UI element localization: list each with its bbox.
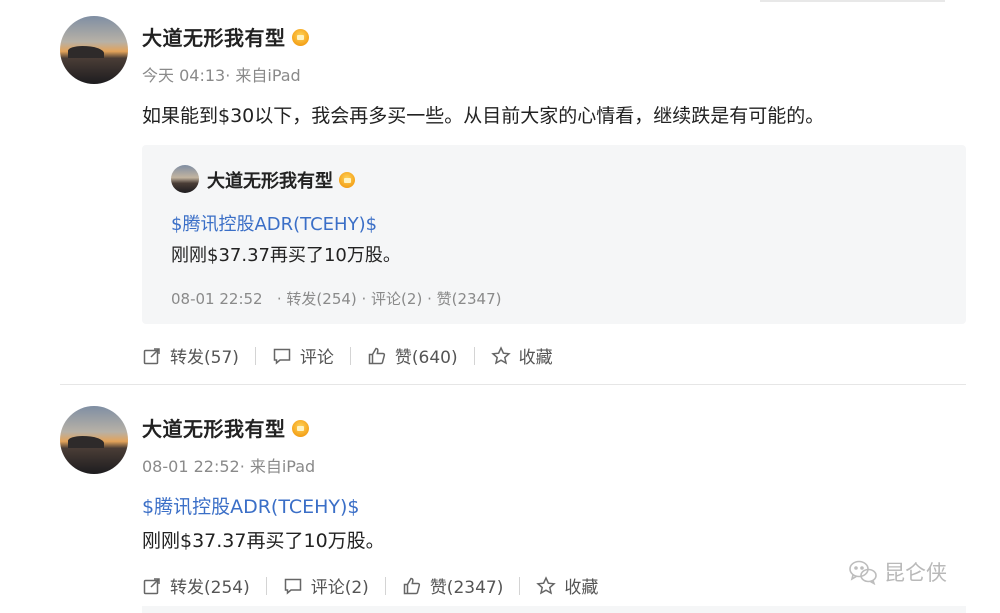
repost-label: 转发(57) <box>170 348 239 368</box>
separator <box>265 576 267 595</box>
author-name[interactable]: 大道无形我有型 <box>142 413 309 442</box>
verified-badge-icon <box>291 29 309 46</box>
separator <box>384 576 386 595</box>
separator <box>254 346 256 365</box>
verified-badge-icon <box>339 172 355 188</box>
post-divider <box>60 384 966 385</box>
avatar[interactable] <box>60 406 128 474</box>
avatar[interactable] <box>171 165 199 193</box>
action-bar: 转发(254) 评论(2) 赞(2347) 收藏 <box>142 573 598 598</box>
share-icon <box>143 347 160 364</box>
avatar[interactable] <box>60 16 128 84</box>
comment-icon <box>273 348 291 365</box>
share-icon <box>143 577 160 594</box>
quoted-post-text: 刚刚$37.37再买了10万股。 <box>171 245 401 266</box>
stock-topic-link[interactable]: $腾讯控股ADR(TCEHY)$ <box>171 210 377 236</box>
like-button[interactable]: 赞(640) <box>367 343 458 368</box>
like-label: 赞(2347) <box>429 578 504 598</box>
star-icon <box>490 345 511 364</box>
comment-button[interactable]: 评论 <box>272 343 334 368</box>
favorite-button[interactable]: 收藏 <box>490 343 553 368</box>
separator <box>473 346 475 365</box>
separator <box>349 346 351 365</box>
star-icon <box>536 575 557 594</box>
post-meta: 今天 04:13· 来自iPad <box>142 66 301 85</box>
like-label: 赞(640) <box>394 348 458 368</box>
favorite-label: 收藏 <box>518 348 553 368</box>
quoted-post[interactable]: 大道无形我有型 $腾讯控股ADR(TCEHY)$ 刚刚$37.37再买了10万股… <box>142 145 966 324</box>
post-text: 如果能到$30以下，我会再多买一些。从目前大家的心情看，继续跌是有可能的。 <box>142 105 825 127</box>
wechat-icon <box>849 560 877 585</box>
author-name[interactable]: 大道无形我有型 <box>142 22 309 51</box>
quoted-author-name[interactable]: 大道无形我有型 <box>207 167 355 193</box>
separator <box>519 576 521 595</box>
post-card: 大道无形我有型 今天 04:13· 来自iPad 如果能到$30以下，我会再多买… <box>0 0 1000 385</box>
action-bar: 转发(57) 评论 赞(640) 收藏 <box>142 343 553 368</box>
next-quote-preview <box>142 606 966 613</box>
comment-button[interactable]: 评论(2) <box>283 573 369 598</box>
post-meta: 08-01 22:52· 来自iPad <box>142 457 316 476</box>
comment-icon <box>284 578 301 595</box>
watermark-text: 昆仑侠 <box>884 561 947 585</box>
quoted-post-footer: 08-01 22:52 · 转发(254) · 评论(2) · 赞(2347) <box>171 290 502 308</box>
verified-badge-icon <box>291 420 309 437</box>
like-button[interactable]: 赞(2347) <box>402 573 504 598</box>
watermark: 昆仑侠 <box>848 557 947 587</box>
thumbs-up-icon <box>403 577 420 594</box>
repost-button[interactable]: 转发(254) <box>142 573 250 598</box>
repost-button[interactable]: 转发(57) <box>142 343 239 368</box>
favorite-button[interactable]: 收藏 <box>536 573 598 598</box>
stock-topic-link[interactable]: $腾讯控股ADR(TCEHY)$ <box>142 492 360 519</box>
thumbs-up-icon <box>368 347 386 364</box>
repost-label: 转发(254) <box>170 578 250 598</box>
comment-label: 评论(2) <box>310 578 369 598</box>
comment-label: 评论 <box>299 348 334 368</box>
post-text: 刚刚$37.37再买了10万股。 <box>142 530 385 552</box>
favorite-label: 收藏 <box>564 578 599 598</box>
